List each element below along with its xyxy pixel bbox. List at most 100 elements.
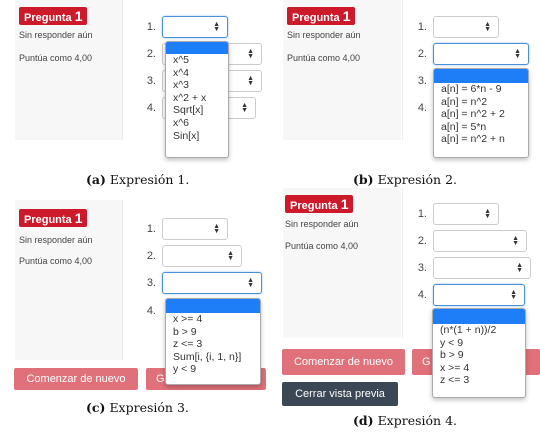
answer-row-2: 2. ▲ ▼: [411, 43, 539, 65]
badge-number: 1: [342, 8, 351, 24]
dropdown-option[interactable]: x^6: [166, 117, 228, 130]
dropdown-list: a[n] = 6*n - 9 a[n] = n^2 a[n] = n^2 + 2…: [433, 68, 529, 158]
panel-d: Pregunta 1 Sin responder aún Puntúa como …: [281, 188, 540, 408]
row-number: 1.: [146, 223, 156, 235]
question-badge: Pregunta 1: [19, 209, 88, 227]
score-text: Puntúa como 4,00: [19, 256, 93, 266]
row-number: 2.: [417, 235, 427, 247]
row-number: 2.: [146, 250, 156, 262]
answer-row-2: 2. ▲ ▼: [140, 245, 268, 267]
answer-select-2[interactable]: ▲ ▼: [433, 230, 527, 252]
row-number: 4.: [146, 305, 156, 317]
dropdown-option[interactable]: x^2 + x: [166, 92, 228, 105]
dropdown-option[interactable]: a[n] = n^2: [434, 96, 528, 109]
answer-select-2[interactable]: ▲ ▼: [162, 245, 242, 267]
dropdown-option[interactable]: x >= 4: [166, 313, 260, 326]
answer-row-4: 4. ▲ ▼: [411, 284, 539, 306]
score-text: Puntúa como 4,00: [19, 53, 93, 63]
up-down-caret-icon: ▲ ▼: [516, 262, 523, 274]
answer-select-1[interactable]: ▲ ▼: [433, 16, 499, 38]
dropdown-option[interactable]: Sin[x]: [166, 130, 228, 143]
dropdown-option[interactable]: b > 9: [433, 349, 525, 362]
up-down-caret-icon: ▲ ▼: [510, 289, 517, 301]
close-preview-button[interactable]: Cerrar vista previa: [282, 382, 398, 406]
row-number: 3.: [417, 262, 427, 274]
dropdown-option[interactable]: b > 9: [166, 326, 260, 339]
dropdown-option[interactable]: Sum[i, {i, 1, n}]: [166, 351, 260, 364]
highlighted-option[interactable]: [166, 42, 228, 54]
restart-button[interactable]: Comenzar de nuevo: [14, 368, 138, 390]
caption-d: (d) Expresión 4.: [353, 413, 457, 428]
up-down-caret-icon: ▲ ▼: [484, 21, 491, 33]
badge-label: Pregunta: [24, 12, 72, 24]
highlighted-option[interactable]: [433, 309, 525, 324]
dropdown-option[interactable]: (n*(1 + n))/2: [433, 324, 525, 337]
up-down-caret-icon: ▲ ▼: [213, 223, 220, 235]
answer-select-3[interactable]: ▲ ▼: [162, 272, 262, 294]
caption-b: (b) Expresión 2.: [353, 172, 457, 187]
partial-button-label: G: [156, 373, 165, 385]
badge-label: Pregunta: [24, 214, 72, 226]
dropdown-option[interactable]: y < 9: [166, 363, 260, 376]
partial-button-label: G: [422, 356, 431, 368]
caption-c: (c) Expresión 3.: [86, 400, 189, 415]
status-text: Sin responder aún: [19, 235, 93, 245]
badge-label: Pregunta: [290, 200, 338, 212]
row-number: 2.: [417, 48, 427, 60]
status-text: Sin responder aún: [287, 30, 361, 40]
dropdown-option[interactable]: x^5: [166, 54, 228, 67]
answer-row-2: 2. ▲ ▼: [411, 230, 539, 252]
question-badge: Pregunta 1: [19, 7, 88, 25]
dropdown-list: x >= 4 b > 9 z <= 3 Sum[i, {i, 1, n}] y …: [165, 298, 261, 385]
question-badge: Pregunta 1: [287, 7, 356, 25]
badge-number: 1: [340, 196, 349, 212]
score-text: Puntúa como 4,00: [287, 53, 361, 63]
dropdown-option[interactable]: x^4: [166, 67, 228, 80]
answer-select-1[interactable]: ▲ ▼: [433, 203, 499, 225]
row-number: 1.: [417, 208, 427, 220]
answer-select-1[interactable]: ▲ ▼: [162, 16, 228, 38]
row-number: 3.: [146, 277, 156, 289]
question-badge: Pregunta 1: [285, 195, 354, 213]
panel-a: Pregunta 1 Sin responder aún Puntúa como …: [0, 0, 263, 165]
badge-number: 1: [74, 210, 83, 226]
panel-b: Pregunta 1 Sin responder aún Puntúa como …: [281, 0, 540, 165]
row-number: 1.: [146, 21, 156, 33]
up-down-caret-icon: ▲ ▼: [512, 235, 519, 247]
dropdown-option[interactable]: a[n] = 5*n: [434, 121, 528, 134]
row-number: 4.: [417, 102, 427, 114]
row-number: 1.: [417, 21, 427, 33]
up-down-caret-icon: ▲ ▼: [514, 48, 521, 60]
dropdown-option[interactable]: x >= 4: [433, 362, 525, 375]
dropdown-option[interactable]: z <= 3: [433, 374, 525, 387]
row-number: 3.: [417, 75, 427, 87]
status-text: Sin responder aún: [285, 219, 359, 229]
answer-select-1[interactable]: ▲ ▼: [162, 218, 228, 240]
up-down-caret-icon: ▲ ▼: [484, 208, 491, 220]
row-number: 4.: [146, 102, 156, 114]
highlighted-option[interactable]: [434, 69, 528, 83]
dropdown-option[interactable]: x^3: [166, 79, 228, 92]
answer-row-1: 1. ▲ ▼: [411, 16, 539, 38]
row-number: 2.: [146, 48, 156, 60]
row-number: 3.: [146, 75, 156, 87]
answer-select-4[interactable]: ▲ ▼: [433, 284, 525, 306]
dropdown-option[interactable]: a[n] = n^2 + 2: [434, 108, 528, 121]
caption-a: (a) Expresión 1.: [86, 172, 190, 187]
answer-select-3[interactable]: ▲ ▼: [433, 257, 531, 279]
answer-row-3: 3. ▲ ▼: [140, 272, 268, 294]
dropdown-option[interactable]: z <= 3: [166, 338, 260, 351]
status-text: Sin responder aún: [19, 30, 93, 40]
up-down-caret-icon: ▲ ▼: [241, 102, 248, 114]
answer-select-2[interactable]: ▲ ▼: [433, 43, 529, 65]
up-down-caret-icon: ▲ ▼: [227, 250, 234, 262]
dropdown-option[interactable]: a[n] = 6*n - 9: [434, 83, 528, 96]
restart-button[interactable]: Comenzar de nuevo: [282, 349, 405, 375]
answer-row-1: 1. ▲ ▼: [140, 16, 260, 38]
dropdown-option[interactable]: a[n] = n^2 + n: [434, 133, 528, 146]
row-number: 4.: [417, 289, 427, 301]
highlighted-option[interactable]: [166, 299, 260, 313]
dropdown-option[interactable]: y < 9: [433, 337, 525, 350]
dropdown-option[interactable]: Sqrt[x]: [166, 104, 228, 117]
badge-label: Pregunta: [292, 12, 340, 24]
